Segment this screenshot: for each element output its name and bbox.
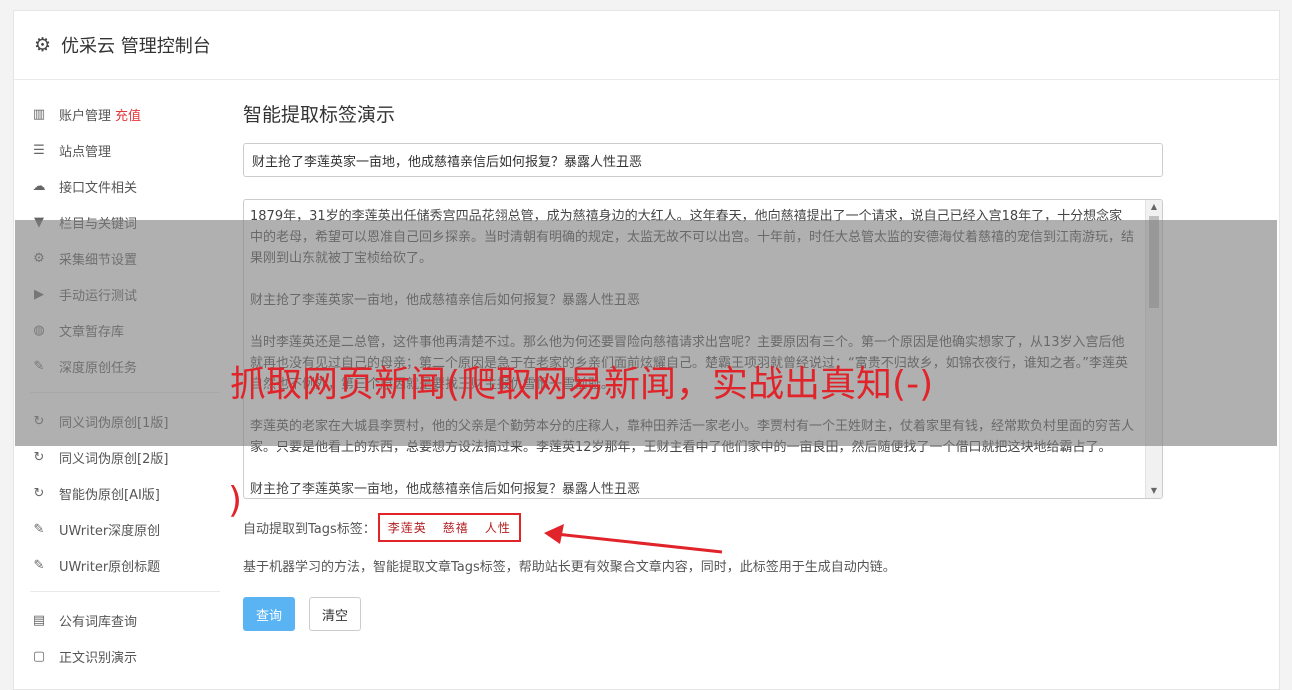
recharge-link[interactable]: 充值 [115,105,141,124]
refresh-icon: ↻ [33,449,45,465]
sidebar-item[interactable]: ▼ 栏目与关键词 [30,204,220,240]
sidebar-item[interactable]: ◍ 文章暂存库 [30,312,220,348]
edit-icon: ✎ [33,557,45,573]
sidebar-item[interactable]: ↻ 智能伪原创[AI版] [30,475,220,511]
sidebar-item[interactable]: ⚙ 采集细节设置 [30,240,220,276]
cogs-icon: ⚙ [33,250,45,266]
filter-icon: ▼ [34,214,44,230]
sidebar-divider [30,591,220,592]
play-icon: ▶ [34,286,44,302]
sidebar-item-label: 采集细节设置 [59,252,138,268]
annotation-arrow-icon [544,524,723,554]
article-text: 1879年，31岁的李莲英出任储秀宫四品花翎总管，成为慈禧身边的大红人。这年春天… [250,209,1135,497]
cloud-upload-icon: ☁ [32,178,46,194]
sidebar-item-label: 同义词伪原创[2版] [59,451,169,467]
book-icon: ▤ [32,612,46,628]
clear-button[interactable]: 清空 [309,597,362,631]
textarea-scrollbar[interactable]: ▲ ▼ [1145,200,1162,498]
tags-label: 自动提取到Tags标签： [243,522,376,537]
edit-icon: ✎ [33,358,45,374]
sidebar-item-label: 账户管理 [59,108,112,124]
sidebar-item-label: 公有词库查询 [59,614,138,630]
sidebar-item-label: 手动运行测试 [59,288,138,304]
sidebar-item-label: 文章暂存库 [59,324,125,340]
scrollbar-thumb[interactable] [1149,216,1159,308]
gear-icon: ⚙ [34,33,52,56]
bar-chart-icon: ▥ [32,106,46,122]
tag-item: 人性 [484,521,511,535]
tag-item: 李莲英 [387,521,427,535]
sidebar-item[interactable]: ▤ 公有词库查询 [30,602,220,638]
sidebar-item-label: UWriter原创标题 [59,559,161,575]
sidebar-item-label: 同义词伪原创[1版] [59,415,169,431]
square-icon: ▢ [32,648,46,664]
sidebar-item[interactable]: ☰ 站点管理 [30,132,220,168]
sidebar-item-label: UWriter深度原创 [59,523,161,539]
tags-box: 李莲英 慈禧 人性 [377,513,521,542]
overlay-title: 抓取网页新闻(爬取网易新闻，实战出真知(-) [230,364,934,405]
sidebar-item[interactable]: ↻ 同义词伪原创[2版] [30,439,220,475]
scroll-down-icon[interactable]: ▼ [1146,484,1162,498]
refresh-icon: ↻ [33,485,45,501]
sidebar-item[interactable]: ✎ UWriter原创标题 [30,547,220,583]
sidebar-item-label: 深度原创任务 [59,360,138,376]
article-title-input[interactable] [243,143,1163,177]
article-textarea[interactable]: 1879年，31岁的李莲英出任储秀宫四品花翎总管，成为慈禧身边的大红人。这年春天… [243,199,1163,499]
refresh-icon: ↻ [33,413,45,429]
sidebar-item[interactable]: ▢ 正文识别演示 [30,638,220,674]
sidebar-item[interactable]: ↻ 同义词伪原创[1版] [30,403,220,439]
sidebar: ▥ 账户管理 充值 ☰ 站点管理 ☁ 接口文件相关 ▼ 栏目与关键词 ⚙ 采集细节设置 ▶ 手动运行测试… [30,96,220,674]
tag-item: 慈禧 [442,521,469,535]
sidebar-item-label: 接口文件相关 [59,180,138,196]
query-button[interactable]: 查询 [243,597,296,631]
page-title: 优采云 管理控制台 [61,36,211,57]
server-icon: ☰ [33,142,45,158]
sidebar-item-label: 智能伪原创[AI版] [59,487,160,503]
panel-header: ⚙ 优采云 管理控制台 [14,11,1279,80]
sidebar-item[interactable]: ✎ UWriter深度原创 [30,511,220,547]
sidebar-item-label: 正文识别演示 [59,650,138,666]
sidebar-item-label: 栏目与关键词 [59,216,138,232]
sidebar-divider [30,392,220,393]
sidebar-item[interactable]: ▥ 账户管理 充值 [30,96,220,132]
scroll-up-icon[interactable]: ▲ [1146,200,1162,214]
edit-icon: ✎ [33,521,45,537]
sidebar-item[interactable]: ☁ 接口文件相关 [30,168,220,204]
overlay-title-tail: ) [228,480,243,521]
section-heading: 智能提取标签演示 [243,104,396,126]
sidebar-item-label: 站点管理 [59,144,112,160]
button-row: 查询 清空 [243,597,1163,631]
database-icon: ◍ [33,322,45,338]
sidebar-item[interactable]: ▶ 手动运行测试 [30,276,220,312]
sidebar-item[interactable]: ✎ 深度原创任务 [30,348,220,384]
